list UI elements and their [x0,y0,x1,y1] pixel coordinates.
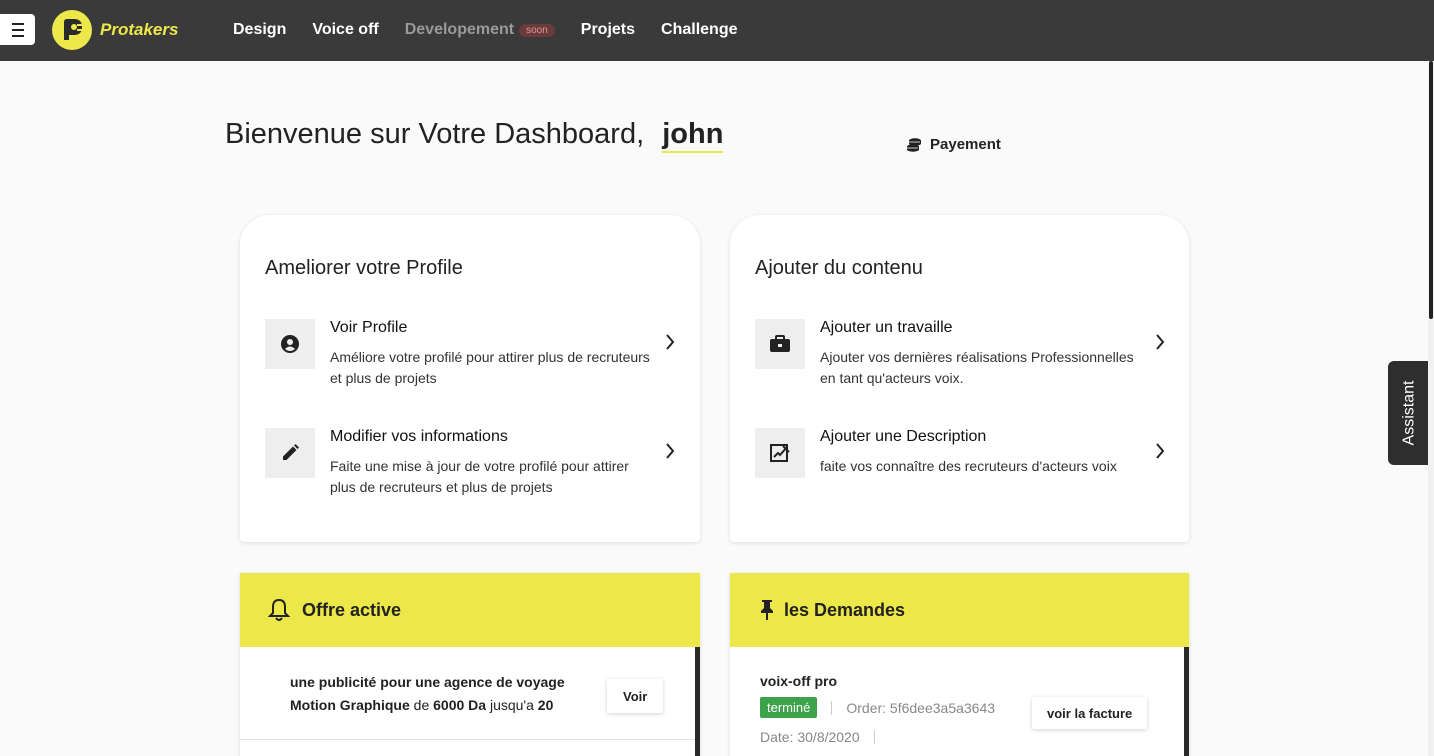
ajouter-description-item[interactable]: Ajouter une Description faite vos connaî… [755,428,1165,498]
welcome-text: Bienvenue sur Votre Dashboard, [225,118,645,150]
order-id: Order: 5f6dee3a5a3643 [846,699,996,716]
hamburger-icon [11,21,24,39]
separator [873,730,875,744]
demande-date-row: Date: 30/8/2020 [760,729,889,745]
nav-design[interactable]: Design [233,21,286,39]
briefcase-icon [755,319,805,369]
ajouter-description-title: Ajouter une Description [820,428,987,445]
offer-deadline: 20 [537,697,554,713]
main-nav: Design Voice off Developement soon Proje… [233,21,764,39]
chevron-right-icon [1156,334,1165,350]
brand-logo[interactable]: Protakers [52,10,178,50]
offre-active-title: Offre active [302,599,402,620]
chevron-right-icon [666,443,675,459]
modifier-informations-desc: Faite une mise à jour de votre profilé p… [330,458,629,495]
offer-category: Motion Graphique [290,697,410,713]
nav-voice-off[interactable]: Voice off [312,21,378,39]
demande-title: voix-off pro [760,673,837,689]
modifier-informations-title: Modifier vos informations [330,428,508,445]
signature-icon [755,428,805,478]
offre-list: une publicité pour une agence de voyage … [240,647,700,756]
demandes-list: voix-off pro terminé Order: 5f6dee3a5a36… [730,647,1189,756]
demande-meta: terminé Order: 5f6dee3a5a3643 [760,697,1014,718]
ajouter-travaille-item[interactable]: Ajouter un travaille Ajouter vos dernièr… [755,319,1165,389]
soon-badge: soon [519,23,555,37]
ajouter-travaille-title: Ajouter un travaille [820,319,953,336]
status-badge: terminé [760,697,818,718]
assistant-tab[interactable]: Assistant [1388,361,1430,465]
voir-profile-item[interactable]: Voir Profile Améliore votre profilé pour… [265,319,675,389]
nav-developement[interactable]: Developement soon [405,21,555,39]
brand-name: Protakers [100,20,179,39]
coins-icon [907,137,921,152]
offre-active-header: Offre active [240,573,700,647]
offer-title: une publicité pour une agence de voyage [290,674,565,690]
voir-profile-title: Voir Profile [330,319,408,336]
demandes-panel: les Demandes voix-off pro terminé Order:… [730,573,1189,756]
demandes-header: les Demandes [730,573,1189,647]
protakers-logo-icon [52,10,92,50]
voir-offer-button[interactable]: Voir [607,679,664,713]
username: john [662,118,724,153]
divider [240,739,695,740]
offer-price: 6000 Da [433,697,487,713]
pin-icon [761,600,773,620]
chevron-right-icon [1156,443,1165,459]
hamburger-menu-button[interactable] [0,14,35,45]
page-title: Bienvenue sur Votre Dashboard, john [225,118,724,153]
bell-icon [268,598,290,621]
nav-projets[interactable]: Projets [581,21,635,39]
nav-challenge[interactable]: Challenge [661,21,737,39]
offer-until-text: jusqu'a [486,697,538,713]
voir-facture-button[interactable]: voir la facture [1032,697,1148,729]
ajouter-travaille-desc: Ajouter vos dernières réalisations Profe… [820,349,1134,386]
offre-active-panel: Offre active une publicité pour une agen… [240,573,700,756]
nav-developement-label: Developement [404,21,515,38]
pencil-icon [265,428,315,478]
user-circle-icon [265,319,315,369]
content-card-title: Ajouter du contenu [755,257,923,279]
top-navbar: Protakers Design Voice off Developement … [0,0,1434,61]
modifier-informations-item[interactable]: Modifier vos informations Faite une mise… [265,428,675,498]
scrollbar-thumb[interactable] [1429,61,1433,319]
profile-card: Ameliorer votre Profile Voir Profile Amé… [240,215,700,542]
offer-item-text: une publicité pour une agence de voyage … [290,671,600,717]
payment-link[interactable]: Payement [906,136,1001,153]
ajouter-description-desc: faite vos connaître des recruteurs d'act… [820,458,1117,474]
voir-profile-desc: Améliore votre profilé pour attirer plus… [330,349,650,386]
separator [831,700,833,715]
demande-date: Date: 30/8/2020 [760,729,860,745]
payment-label: Payement [930,136,1001,153]
profile-card-title: Ameliorer votre Profile [265,257,463,279]
demandes-title: les Demandes [784,599,906,620]
chevron-right-icon [666,334,675,350]
offer-de-text: de [409,697,434,713]
content-card: Ajouter du contenu Ajouter un travaille … [730,215,1189,542]
assistant-label: Assistant [1400,380,1418,446]
